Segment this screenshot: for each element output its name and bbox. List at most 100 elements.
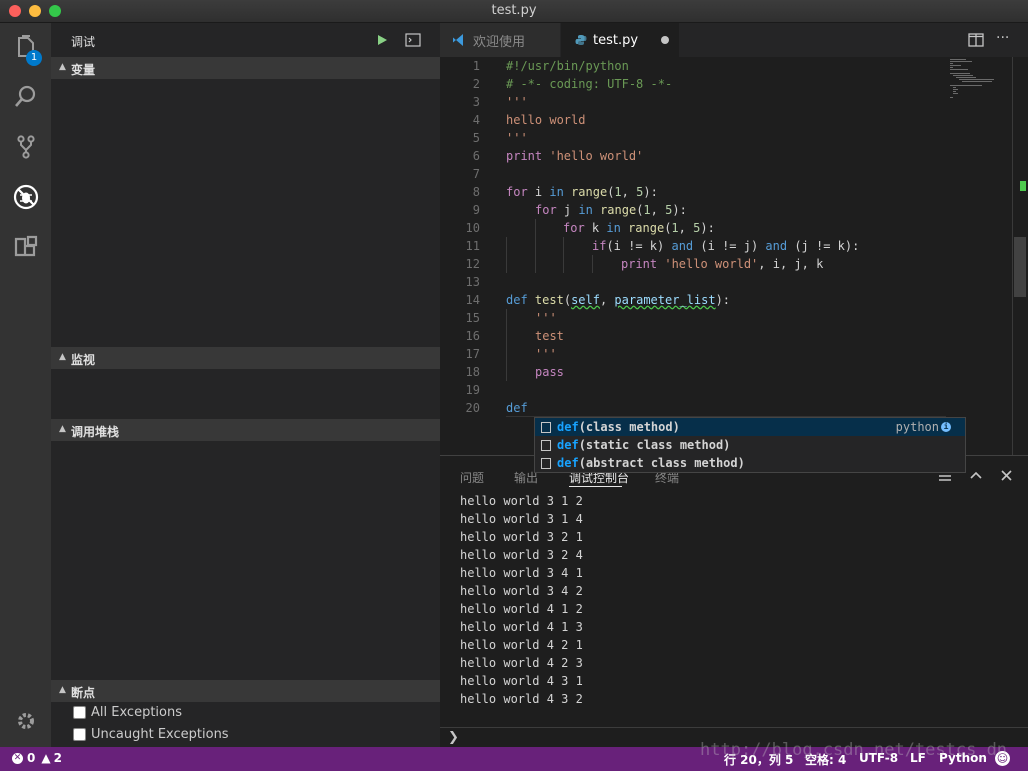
checkbox[interactable] <box>73 706 86 719</box>
code-line: ''' <box>506 131 528 145</box>
code-line: def <box>506 401 528 415</box>
code-line: #!/usr/bin/python <box>506 59 629 73</box>
watch-label: 监视 <box>71 353 96 367</box>
checkbox[interactable] <box>73 728 86 741</box>
tab-test-py-label: test.py <box>593 32 639 48</box>
debug-button[interactable] <box>0 175 51 219</box>
suggestion-item[interactable]: def(abstract class method) <box>535 454 965 472</box>
line-number: 5 <box>472 131 480 145</box>
line-number: 13 <box>465 275 480 289</box>
warning-icon: ▲ <box>41 751 51 765</box>
more-actions-icon[interactable]: ··· <box>996 30 1009 46</box>
code-token: parameter_list <box>614 293 716 307</box>
code-line: def test(self, parameter_list): <box>506 291 730 309</box>
code-line: if(i != k) and (i != j) and (j != k): <box>592 237 859 255</box>
code-token: 1 <box>643 203 651 217</box>
code-token: 'hello world' <box>664 257 759 271</box>
console-output-line: hello world 3 1 2 <box>460 494 583 508</box>
problems-status[interactable]: ✕ 0 ▲ 2 <box>12 751 62 765</box>
search-icon <box>14 85 35 107</box>
variables-section-header[interactable]: ▲ 变量 <box>51 57 440 79</box>
code-line: hello world <box>506 113 586 127</box>
tab-test-py[interactable]: test.py <box>561 23 679 57</box>
code-token: for <box>563 221 585 235</box>
code-line: # -*- coding: UTF-8 -*- <box>506 77 673 91</box>
breakpoint-all-exceptions[interactable]: All Exceptions <box>73 705 182 720</box>
unsaved-dot-icon[interactable] <box>661 36 669 44</box>
suggestion-detail: python <box>895 420 939 434</box>
suggestion-keyword: def <box>557 456 579 470</box>
snippet-icon <box>541 440 551 451</box>
code-token: , <box>650 203 666 217</box>
breakpoint-label: Uncaught Exceptions <box>91 727 229 742</box>
suggestion-label: (abstract class method) <box>578 456 745 470</box>
close-panel-icon[interactable] <box>1001 470 1012 481</box>
line-number: 16 <box>465 329 480 343</box>
line-number: 17 <box>465 347 480 361</box>
code-token: (j != k): <box>787 239 860 253</box>
console-output-line: hello world 4 2 3 <box>460 656 583 670</box>
watch-section-header[interactable]: ▲ 监视 <box>51 347 440 369</box>
line-number: 19 <box>465 383 480 397</box>
suggestion-keyword: def <box>557 438 579 452</box>
collapse-arrow-icon: ▲ <box>59 352 66 362</box>
breakpoint-label: All Exceptions <box>91 705 182 720</box>
console-output-line: hello world 3 4 1 <box>460 566 583 580</box>
code-editor[interactable]: 1 #!/usr/bin/python 2 # -*- coding: UTF-8 … <box>440 57 1028 455</box>
line-number: 11 <box>465 239 480 253</box>
debug-sidebar: 调试 ▲ 变量 ▲ 监视 ▲ 调用堆栈 ▲ 断点 All Exceptions … <box>51 23 440 747</box>
editor-tabs: 欢迎使用 test.py ··· <box>440 23 1028 57</box>
code-token: and <box>671 239 694 253</box>
git-branch-icon <box>16 135 35 159</box>
code-line: print 'hello world', i, j, k <box>621 255 823 273</box>
explorer-button[interactable]: 1 <box>0 25 51 69</box>
code-token: 'hello world' <box>549 149 644 163</box>
code-token: ): <box>715 293 731 307</box>
tab-problems[interactable]: 问题 <box>460 469 484 486</box>
snippet-icon <box>541 458 551 469</box>
code-line: print 'hello world' <box>506 147 643 165</box>
code-token: self <box>571 293 600 307</box>
suggest-widget[interactable]: def(class method) python i def(static cl… <box>534 417 966 473</box>
maximize-panel-icon[interactable] <box>970 470 982 480</box>
collapse-arrow-icon: ▲ <box>59 685 66 695</box>
code-line: for j in range(1, 5): <box>535 201 687 219</box>
breakpoints-section-header[interactable]: ▲ 断点 <box>51 680 440 702</box>
breakpoints-label: 断点 <box>71 686 96 700</box>
suggestion-item[interactable]: def(class method) python i <box>535 418 965 436</box>
code-token: and <box>765 239 788 253</box>
line-number: 20 <box>465 401 480 415</box>
manage-button[interactable] <box>0 699 51 743</box>
line-number: 10 <box>465 221 480 235</box>
line-number: 1 <box>472 59 480 73</box>
line-number: 7 <box>472 167 480 181</box>
code-token: 1 <box>614 185 622 199</box>
source-control-button[interactable] <box>0 125 51 169</box>
editor-scrollbar[interactable] <box>1012 57 1026 455</box>
extensions-button[interactable] <box>0 225 51 269</box>
info-icon[interactable]: i <box>941 422 951 432</box>
tab-welcome[interactable]: 欢迎使用 <box>440 23 560 57</box>
minimap[interactable] <box>948 57 1012 455</box>
console-output-line: hello world 4 2 1 <box>460 638 583 652</box>
code-token: print <box>621 257 658 271</box>
code-token: range <box>571 185 608 199</box>
breakpoint-uncaught-exceptions[interactable]: Uncaught Exceptions <box>73 727 229 742</box>
start-debugging-icon[interactable] <box>376 34 388 46</box>
explorer-badge: 1 <box>26 50 42 66</box>
line-number: 8 <box>472 185 480 199</box>
code-token: ( <box>563 293 572 307</box>
search-button[interactable] <box>0 75 51 119</box>
suggestion-item[interactable]: def(static class method) <box>535 436 965 454</box>
code-token: , <box>621 185 637 199</box>
line-number: 18 <box>465 365 480 379</box>
callstack-section-header[interactable]: ▲ 调用堆栈 <box>51 419 440 441</box>
code-line: ''' <box>506 95 528 109</box>
no-bug-icon <box>13 184 38 210</box>
callstack-label: 调用堆栈 <box>71 425 120 439</box>
open-console-icon[interactable] <box>405 33 421 47</box>
split-editor-icon[interactable] <box>968 33 984 47</box>
code-token: i <box>527 185 550 199</box>
gear-icon <box>17 713 34 729</box>
